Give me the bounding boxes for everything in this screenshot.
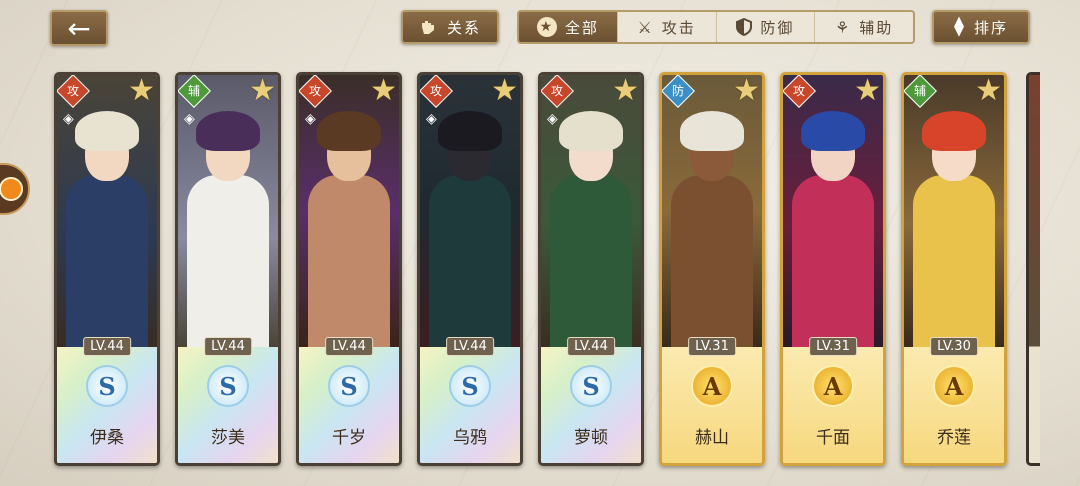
tab-all[interactable]: ★ 全部 — [519, 12, 617, 42]
rank-s-icon: S — [86, 365, 128, 407]
rank-a-icon: A — [691, 365, 733, 407]
sort-arrows-icon: ▲ ▼ — [953, 14, 964, 39]
hero-card[interactable]: 攻 ★ LV.31 A 千面 — [780, 72, 886, 466]
tab-defense[interactable]: 防御 — [715, 12, 815, 42]
star-icon: ★ — [733, 73, 760, 108]
hero-card[interactable]: 辅 ★ ◈ LV.44 S 莎美 — [175, 72, 281, 466]
crossed-swords-icon: ⚔ — [637, 17, 654, 37]
upgrade-chevron-icon: ◈ — [547, 111, 558, 127]
hero-card-partial[interactable] — [1026, 72, 1040, 466]
shield-icon — [736, 18, 753, 36]
progress-bar — [545, 463, 637, 466]
hero-name: 乔莲 — [937, 428, 971, 448]
rank-s-icon: S — [449, 365, 491, 407]
hero-card[interactable]: 辅 ★ LV.30 A 乔莲 — [901, 72, 1007, 466]
tab-support[interactable]: ⚘ 辅助 — [814, 12, 913, 42]
progress-bar — [182, 463, 274, 466]
tab-all-label: 全部 — [564, 18, 599, 37]
star-icon: ★ — [491, 73, 518, 108]
hero-portrait — [783, 75, 883, 347]
level-label: LV.44 — [83, 337, 131, 356]
star-badge-icon: ★ — [536, 17, 557, 37]
star-icon: ★ — [854, 73, 881, 108]
star-icon: ★ — [612, 73, 639, 108]
tab-support-label: 辅助 — [859, 18, 894, 37]
star-icon: ★ — [370, 73, 397, 108]
sort-button[interactable]: ▲ ▼ 排序 — [932, 10, 1030, 44]
hero-name: 赫山 — [695, 428, 729, 448]
level-label: LV.44 — [204, 337, 252, 356]
back-arrow-icon: ← — [67, 11, 91, 45]
rank-a-icon: A — [812, 365, 854, 407]
rank-s-icon: S — [207, 365, 249, 407]
hero-portrait — [662, 75, 762, 347]
tab-attack-label: 攻击 — [661, 18, 696, 37]
upgrade-chevron-icon: ◈ — [426, 111, 437, 127]
support-icon: ⚘ — [834, 17, 852, 37]
level-label: LV.44 — [567, 337, 615, 356]
hero-card[interactable]: 防 ★ LV.31 A 赫山 — [659, 72, 765, 466]
upgrade-chevron-icon: ◈ — [305, 111, 316, 127]
hero-portrait — [904, 75, 1004, 347]
back-button[interactable]: ← — [50, 10, 108, 46]
progress-bar — [424, 463, 516, 466]
hero-name: 伊桑 — [90, 428, 124, 448]
level-label: LV.44 — [325, 337, 373, 356]
progress-bar — [787, 463, 879, 466]
hero-name: 萝顿 — [574, 428, 608, 448]
upgrade-chevron-icon: ◈ — [63, 111, 74, 127]
level-label: LV.44 — [446, 337, 494, 356]
rank-s-icon: S — [328, 365, 370, 407]
hero-name: 莎美 — [211, 428, 245, 448]
progress-bar — [61, 463, 153, 466]
hero-name: 千岁 — [332, 428, 366, 448]
tab-defense-label: 防御 — [760, 18, 795, 37]
star-icon: ★ — [249, 73, 276, 108]
orange-orb-icon — [0, 177, 23, 201]
rank-s-icon: S — [570, 365, 612, 407]
tab-attack[interactable]: ⚔ 攻击 — [616, 12, 716, 42]
hero-card[interactable]: 攻 ★ ◈ LV.44 S 千岁 — [296, 72, 402, 466]
upgrade-chevron-icon: ◈ — [184, 111, 195, 127]
rank-a-icon: A — [933, 365, 975, 407]
sort-label: 排序 — [973, 18, 1008, 37]
hand-icon — [421, 21, 434, 34]
level-label: LV.31 — [688, 337, 736, 356]
star-icon: ★ — [975, 73, 1002, 108]
hero-card[interactable]: 攻 ★ ◈ LV.44 S 萝顿 — [538, 72, 644, 466]
progress-bar — [908, 463, 1000, 466]
progress-bar — [666, 463, 758, 466]
hero-name: 乌鸦 — [453, 428, 487, 448]
relation-button[interactable]: 关系 — [401, 10, 499, 44]
hero-card[interactable]: 攻 ★ ◈ LV.44 S 乌鸦 — [417, 72, 523, 466]
relation-label: 关系 — [446, 18, 481, 37]
hero-card[interactable]: 攻 ★ ◈ LV.44 S 伊桑 — [54, 72, 160, 466]
level-label: LV.30 — [930, 337, 978, 356]
hero-name: 千面 — [816, 428, 850, 448]
progress-bar — [303, 463, 395, 466]
role-filter-tabs: ★ 全部 ⚔ 攻击 防御 ⚘ 辅助 — [517, 10, 915, 44]
level-label: LV.31 — [809, 337, 857, 356]
star-icon: ★ — [128, 73, 155, 108]
